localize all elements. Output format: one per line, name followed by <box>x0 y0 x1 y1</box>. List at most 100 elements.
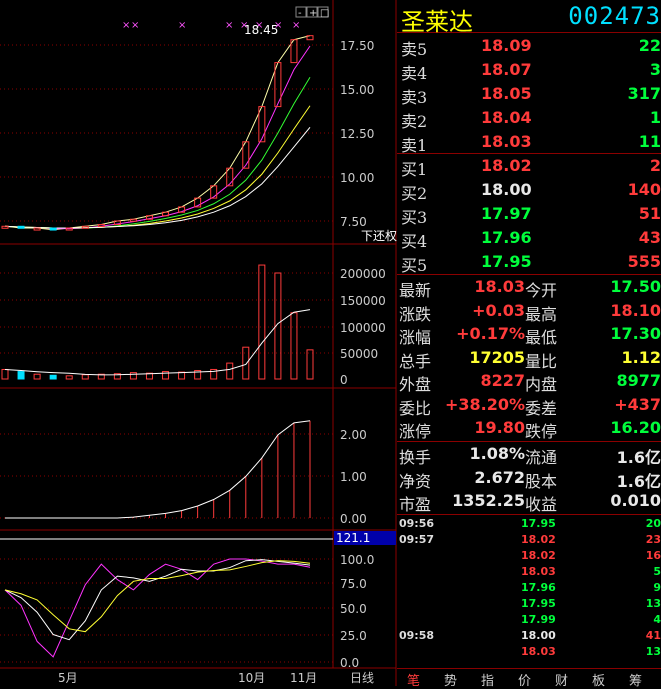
order-label: 买1 <box>401 160 428 179</box>
tick-volume: 13 <box>645 597 661 610</box>
stat-value: 8977 <box>616 371 661 390</box>
order-row[interactable]: 卖1 18.03 11 <box>397 130 661 155</box>
tick-price: 18.02 <box>521 549 556 562</box>
order-row[interactable]: 买3 17.97 51 <box>397 202 661 227</box>
order-volume: 1 <box>649 108 661 127</box>
order-row[interactable]: 买4 17.96 43 <box>397 226 661 251</box>
stat-row: 总手 17205 量比 1.12 <box>397 347 661 371</box>
stat-label: 涨跌 <box>399 304 432 324</box>
kline-axis-label: 15.00 <box>340 83 374 97</box>
kdj-axis-label: 0.0 <box>340 656 359 670</box>
stat-label: 总手 <box>399 351 432 371</box>
fund-value: 1.6亿 <box>616 471 661 491</box>
x-axis-label: 5月 <box>58 671 78 685</box>
volume-axis-label: 50000 <box>340 347 378 361</box>
order-label: 买2 <box>401 184 428 203</box>
tick-row: 17.96 9 <box>397 580 661 596</box>
stat-value: +0.17% <box>456 324 525 343</box>
macd-axis-label: 2.00 <box>340 428 367 442</box>
toolbar-icon: - <box>298 8 302 19</box>
stat-value: 18.10 <box>610 300 661 320</box>
tab-1[interactable]: 势 <box>444 670 457 689</box>
period-label: 日线 <box>350 671 374 685</box>
order-row[interactable]: 卖2 18.04 1 <box>397 106 661 131</box>
stock-name: 圣莱达 <box>401 8 473 36</box>
order-volume: 3 <box>649 60 661 79</box>
tab-0[interactable]: 笔 <box>407 670 420 689</box>
tick-price: 17.96 <box>521 581 556 594</box>
order-row[interactable]: 卖4 18.07 3 <box>397 58 661 83</box>
stat-label: 内盘 <box>525 375 558 394</box>
stat-value: 16.20 <box>610 418 661 437</box>
volume-bar <box>33 373 41 380</box>
stat-label: 最新 <box>399 281 432 300</box>
stat-row: 最新 18.03 今开 17.50 <box>397 276 661 300</box>
volume-bar <box>258 264 266 380</box>
tab-3[interactable]: 价 <box>518 670 531 689</box>
fund-label: 流通 <box>525 448 558 467</box>
fund-value: 1.08% <box>469 444 525 463</box>
tab-2[interactable]: 指 <box>481 670 494 689</box>
candle <box>129 218 137 222</box>
event-marker: × <box>292 20 300 31</box>
stat-row: 涨停 19.80 跌停 16.20 <box>397 417 661 441</box>
stat-row: 涨幅 +0.17% 最低 17.30 <box>397 323 661 347</box>
tick-volume: 4 <box>653 613 661 626</box>
tick-volume: 41 <box>645 629 661 642</box>
order-row[interactable]: 卖5 18.09 22 <box>397 34 661 59</box>
volume-bar <box>81 374 89 380</box>
volume-bar <box>49 374 57 380</box>
stat-value: 1.12 <box>621 347 661 367</box>
stat-label: 跌停 <box>525 422 558 441</box>
tick-volume: 23 <box>645 533 661 546</box>
moving-average-line <box>4 105 311 229</box>
toolbar-icon: + <box>309 8 317 19</box>
candle <box>49 227 57 231</box>
stock-chart[interactable]: 17.5015.0012.5010.007.50× × × × × × × ×18.45下还权… <box>0 0 397 686</box>
stat-label: 委差 <box>525 398 558 418</box>
order-volume: 22 <box>638 36 661 55</box>
tick-volume: 20 <box>645 517 661 530</box>
volume-bar <box>290 312 298 380</box>
stat-value: 17.30 <box>610 324 661 343</box>
volume-bar <box>1 368 9 380</box>
order-label: 卖3 <box>401 88 428 107</box>
order-volume: 555 <box>627 252 661 271</box>
event-marker: × <box>122 20 130 31</box>
order-row[interactable]: 卖3 18.05 317 <box>397 82 661 107</box>
volume-axis-label: 0 <box>340 373 348 387</box>
divider <box>397 153 661 154</box>
tick-time: 09:58 <box>399 629 435 642</box>
tab-6[interactable]: 筹 <box>629 670 642 689</box>
fund-label: 收益 <box>525 495 558 514</box>
order-price: 17.95 <box>481 252 532 271</box>
order-row[interactable]: 买1 18.02 2 <box>397 154 661 179</box>
macd-dif-line <box>5 420 311 519</box>
order-row[interactable]: 买2 18.00 140 <box>397 178 661 203</box>
stat-label: 外盘 <box>399 375 432 394</box>
stat-label: 涨幅 <box>399 328 432 347</box>
tab-5[interactable]: 板 <box>592 670 605 689</box>
event-marker: × <box>225 20 233 31</box>
x-axis-label: 11月 <box>290 671 317 685</box>
kline-axis-label: 17.50 <box>340 39 374 53</box>
tick-price: 18.03 <box>521 565 556 578</box>
fund-value: 1352.25 <box>452 491 525 510</box>
volume-ma-line <box>4 309 311 376</box>
order-label: 买5 <box>401 256 428 275</box>
order-volume: 2 <box>649 156 661 175</box>
kline-axis-label: 10.00 <box>340 171 374 185</box>
order-row[interactable]: 买5 17.95 555 <box>397 250 661 275</box>
tab-4[interactable]: 财 <box>555 670 568 689</box>
event-marker: × <box>178 20 186 31</box>
macd-axis-label: 0.00 <box>340 512 367 526</box>
bottom-tab-bar: 笔势指价财板筹 <box>397 668 661 689</box>
stat-value: 17.50 <box>610 277 661 296</box>
fund-label: 市盈 <box>399 495 432 514</box>
moving-average-line <box>4 126 311 229</box>
tick-row: 09:58 18.00 41 <box>397 628 661 644</box>
fund-row: 换手 1.08% 流通 1.6亿 <box>397 443 661 467</box>
stat-value: 8227 <box>480 371 525 390</box>
stat-value: 17205 <box>469 347 525 367</box>
stat-label: 今开 <box>525 281 558 300</box>
